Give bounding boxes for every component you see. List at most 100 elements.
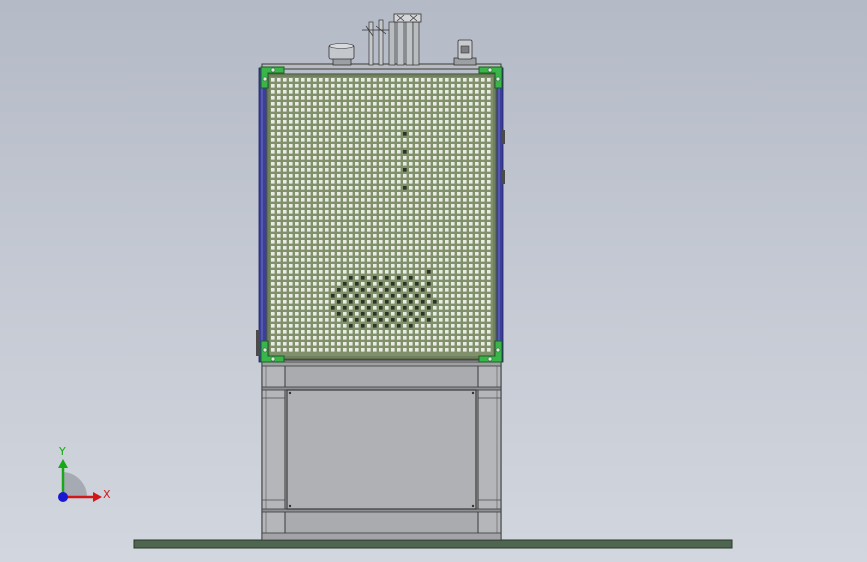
perforation-hole (433, 228, 437, 232)
perforation-hole (409, 120, 413, 124)
perforation-hole (325, 150, 329, 154)
perforation-hole (445, 132, 449, 136)
perforation-hole (391, 234, 395, 238)
perforation-hole (481, 162, 485, 166)
perforation-hole (409, 78, 413, 82)
perforation-hole (481, 144, 485, 148)
perforation-hole (307, 204, 311, 208)
perforation-hole (319, 102, 323, 106)
roof-fittings[interactable] (328, 13, 477, 66)
perforation-hole (343, 114, 347, 118)
perforation-hole (313, 276, 317, 280)
model-view[interactable]: X Y (0, 0, 867, 562)
perforation-hole (301, 258, 305, 262)
perforation-hole (451, 198, 455, 202)
perforation-hole (427, 168, 431, 172)
perforation-hole (403, 156, 407, 160)
perforation-hole (289, 162, 293, 166)
perforation-hole (481, 300, 485, 304)
perforation-hole (427, 216, 431, 220)
vent-nozzle-left[interactable] (328, 43, 355, 66)
perforation-hole (373, 282, 377, 286)
access-door-panel[interactable] (286, 389, 477, 510)
perforation-hole (277, 168, 281, 172)
perforation-hole (325, 234, 329, 238)
perforation-hole (283, 90, 287, 94)
perforation-hole (457, 84, 461, 88)
perforation-hole (271, 216, 275, 220)
perforation-hole (415, 252, 419, 256)
perforation-hole (487, 240, 491, 244)
perforation-hole (439, 222, 443, 226)
perforation-hole (331, 192, 335, 196)
perforation-hole (289, 150, 293, 154)
ground-plate[interactable] (133, 539, 733, 549)
perforation-hole (433, 144, 437, 148)
perforation-hole (319, 300, 323, 304)
perforation-hole (271, 108, 275, 112)
perforation-hole (445, 270, 449, 274)
perforation-hole (361, 306, 365, 310)
perforation-hole (463, 114, 467, 118)
perforation-hole (409, 252, 413, 256)
perforation-hole (349, 84, 353, 88)
perforation-hole (379, 324, 383, 328)
perforation-hole (271, 186, 275, 190)
perforation-hole (487, 342, 491, 346)
perforation-hole (379, 90, 383, 94)
perforation-hole (319, 156, 323, 160)
perforation-hole (433, 240, 437, 244)
perforation-hole (433, 78, 437, 82)
perforation-hole (319, 318, 323, 322)
perforation-hole (307, 270, 311, 274)
perforation-hole (487, 90, 491, 94)
pipe-cluster[interactable] (362, 13, 422, 66)
perforation-hole (391, 318, 395, 322)
perforation-hole (319, 198, 323, 202)
perforation-hole (289, 300, 293, 304)
perforation-hole (427, 174, 431, 178)
perforation-hole (415, 174, 419, 178)
vent-nozzle-right[interactable] (453, 39, 477, 66)
perforation-hole (439, 132, 443, 136)
perforation-hole (325, 222, 329, 226)
perforation-hole (343, 228, 347, 232)
perforation-hole (487, 246, 491, 250)
perforation-hole (469, 78, 473, 82)
perforation-hole (487, 150, 491, 154)
perforation-hole (415, 300, 419, 304)
perforation-hole (463, 222, 467, 226)
perforation-hole (379, 168, 383, 172)
perforation-hole (313, 330, 317, 334)
perforation-hole (379, 102, 383, 106)
perforation-hole (331, 216, 335, 220)
perforation-hole (433, 138, 437, 142)
perforation-hole (391, 96, 395, 100)
perforation-hole (385, 342, 389, 346)
perforation-hole (433, 258, 437, 262)
perforation-hole (415, 324, 419, 328)
perforation-hole (343, 336, 347, 340)
cad-viewport[interactable]: X Y (0, 0, 867, 562)
perforation-hole (415, 276, 419, 280)
perforation-hole (325, 210, 329, 214)
perforation-hole (349, 210, 353, 214)
perforation-hole (397, 282, 401, 286)
perforation-hole (421, 78, 425, 82)
perforation-hole (439, 90, 443, 94)
perforation-hole (289, 78, 293, 82)
perforation-hole (487, 264, 491, 268)
perforation-hole (373, 126, 377, 130)
perforation-hole (451, 108, 455, 112)
perforation-hole (409, 294, 413, 298)
perforation-hole (457, 168, 461, 172)
perforation-hole (373, 270, 377, 274)
upper-enclosure[interactable] (256, 63, 505, 363)
perforation-hole (343, 258, 347, 262)
perforation-hole (331, 246, 335, 250)
perforation-hole (319, 126, 323, 130)
perforation-hole (385, 270, 389, 274)
perforation-hole (439, 174, 443, 178)
perforation-hole (355, 150, 359, 154)
perforation-hole (445, 90, 449, 94)
